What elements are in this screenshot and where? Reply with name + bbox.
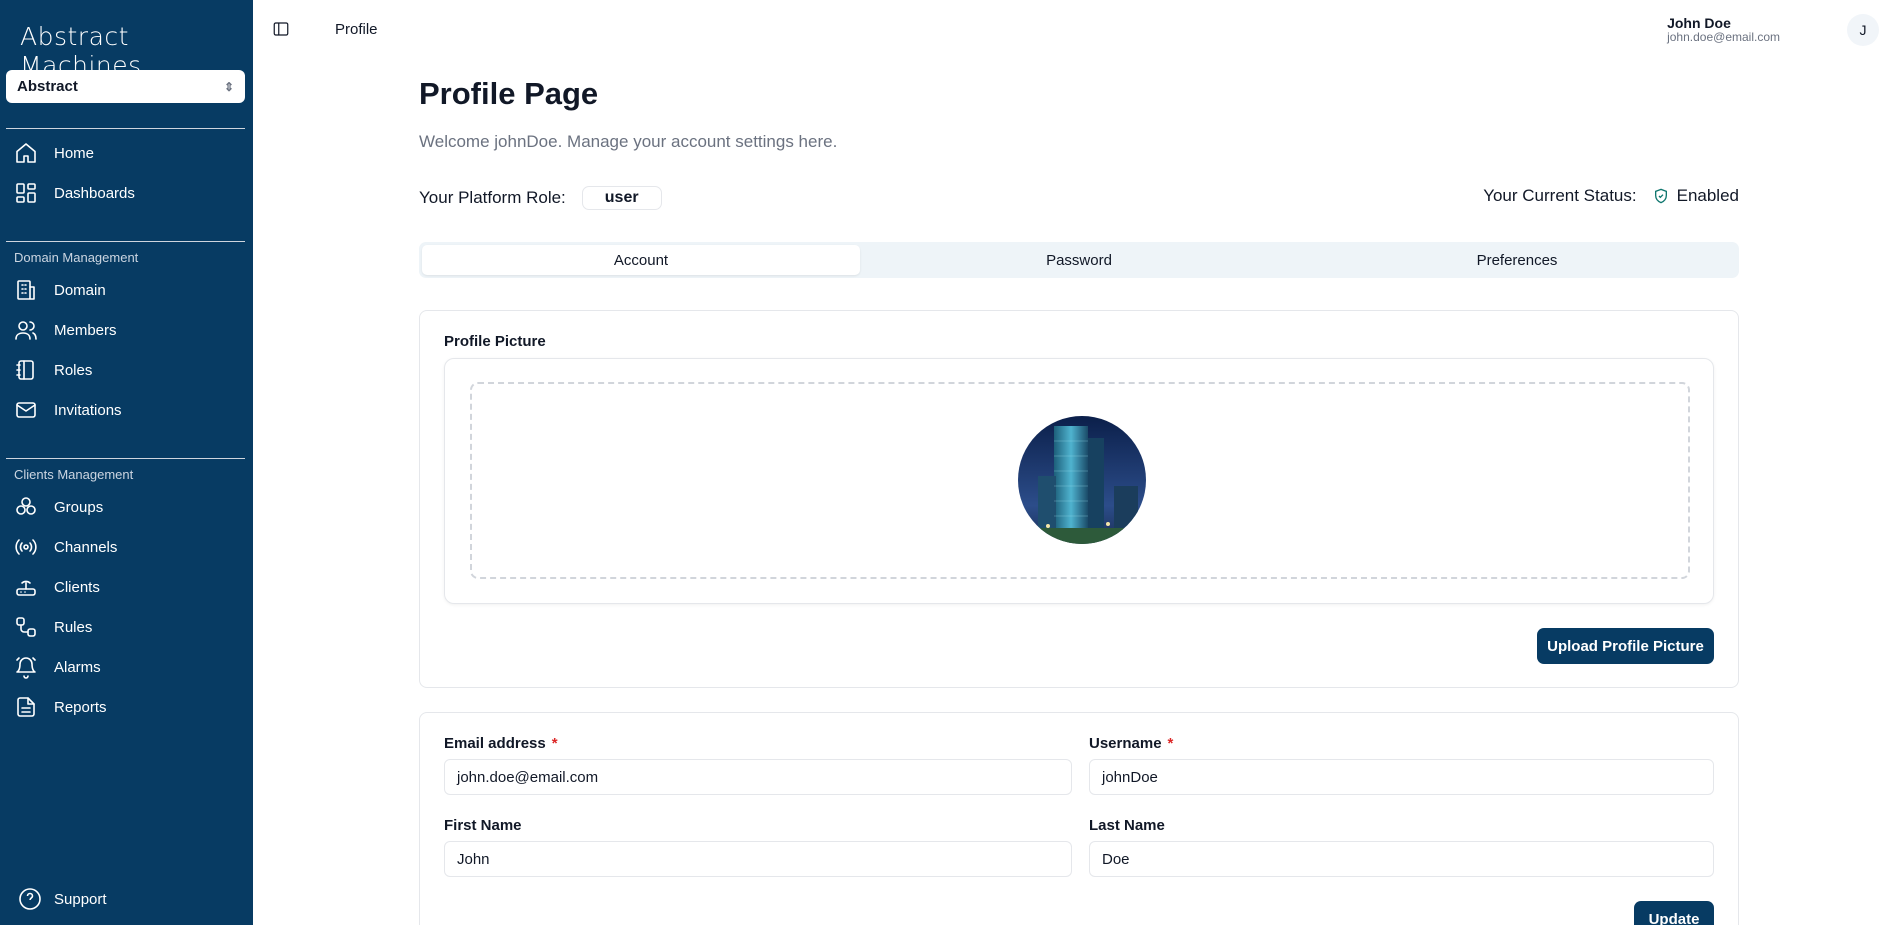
sidebar-item-invitations[interactable]: Invitations — [14, 396, 122, 424]
profile-picture — [1018, 416, 1146, 544]
sidebar-item-label: Alarms — [54, 658, 101, 676]
sidebar-item-home[interactable]: Home — [14, 139, 94, 167]
tab-preferences[interactable]: Preferences — [1298, 245, 1736, 275]
username-label-text: Username — [1089, 735, 1162, 752]
radio-icon — [15, 539, 37, 555]
update-button[interactable]: Update — [1634, 901, 1714, 925]
home-icon — [16, 143, 36, 163]
sidebar-item-label: Domain — [54, 281, 106, 299]
status-label: Your Current Status: — [1483, 186, 1637, 205]
profile-picture-card: Profile Picture Upload Profile Picture — [419, 310, 1739, 688]
sidebar-divider — [6, 128, 245, 129]
building-photo — [1018, 416, 1146, 544]
role-label: Your Platform Role: — [419, 188, 566, 207]
user-name: John Doe — [1667, 15, 1731, 31]
help-circle-icon — [19, 888, 41, 910]
support-label: Support — [54, 890, 107, 908]
sidebar-item-label: Members — [54, 321, 117, 339]
avatar[interactable]: J — [1847, 14, 1879, 46]
sidebar-item-label: Dashboards — [54, 184, 135, 202]
sidebar-item-label: Home — [54, 144, 95, 162]
building-icon — [17, 280, 35, 300]
workflow-icon — [16, 617, 36, 637]
sidebar-item-reports[interactable]: Reports — [14, 693, 107, 721]
breadcrumb: Profile — [335, 21, 378, 38]
sidebar-item-label: Groups — [54, 498, 104, 516]
sidebar-item-domain[interactable]: Domain — [14, 276, 106, 304]
sidebar-divider — [6, 458, 245, 459]
upload-profile-picture-button[interactable]: Upload Profile Picture — [1537, 628, 1714, 664]
sidebar-item-clients[interactable]: Clients — [14, 573, 100, 601]
first-name-label: First Name — [444, 817, 522, 834]
bell-icon — [16, 657, 36, 679]
last-name-field[interactable]: Doe — [1089, 841, 1714, 877]
domain-selector-value: Abstract — [17, 78, 78, 95]
role-badge: user — [581, 186, 662, 210]
username-label: Username * — [1089, 735, 1173, 752]
sidebar-item-roles[interactable]: Roles — [14, 356, 92, 384]
domain-selector[interactable]: Abstract ⇕ — [6, 70, 245, 103]
mail-icon — [16, 402, 36, 418]
router-icon — [16, 580, 36, 596]
email-label: Email address * — [444, 735, 558, 752]
email-field[interactable]: john.doe@email.com — [444, 759, 1072, 795]
shield-check-icon — [1654, 188, 1667, 204]
sidebar-item-members[interactable]: Members — [14, 316, 117, 344]
profile-picture-container — [444, 358, 1714, 604]
section-label-domain: Domain Management — [14, 250, 139, 265]
sidebar-item-label: Rules — [54, 618, 93, 636]
required-mark: * — [1167, 735, 1174, 752]
status-value: Enabled — [1676, 186, 1739, 205]
user-email: john.doe@email.com — [1667, 30, 1780, 44]
last-name-label: Last Name — [1089, 817, 1165, 834]
email-label-text: Email address — [444, 735, 546, 752]
profile-picture-dropzone[interactable] — [470, 382, 1690, 579]
sidebar-item-alarms[interactable]: Alarms — [14, 653, 101, 681]
sidebar-item-channels[interactable]: Channels — [14, 533, 117, 561]
support-link[interactable]: Support — [18, 885, 107, 913]
sidebar-item-rules[interactable]: Rules — [14, 613, 92, 641]
tab-account[interactable]: Account — [422, 245, 860, 275]
notebook-icon — [16, 360, 34, 380]
section-label-clients: Clients Management — [14, 467, 134, 482]
file-icon — [17, 697, 35, 717]
first-name-field[interactable]: John — [444, 841, 1072, 877]
sidebar-item-groups[interactable]: Groups — [14, 493, 103, 521]
settings-tabs: Account Password Preferences — [419, 242, 1739, 278]
dashboard-icon — [16, 183, 36, 203]
panel-left-icon — [273, 22, 289, 36]
groups-icon — [16, 497, 36, 515]
account-details-card: Email address * john.doe@email.com Userna… — [419, 712, 1739, 925]
profile-picture-label: Profile Picture — [444, 333, 546, 350]
sidebar-item-label: Roles — [54, 361, 93, 379]
sidebar-item-label: Reports — [54, 698, 107, 716]
sidebar-toggle-button[interactable] — [272, 20, 290, 38]
tab-password[interactable]: Password — [860, 245, 1298, 275]
platform-role: Your Platform Role: user — [419, 186, 662, 210]
current-status: Your Current Status: Enabled — [1483, 186, 1739, 206]
sidebar: Abstract Machines Abstract ⇕ Home Dashbo… — [0, 0, 253, 925]
users-icon — [15, 321, 37, 340]
sidebar-item-label: Invitations — [54, 401, 122, 419]
user-info[interactable]: John Doe john.doe@email.com — [1667, 15, 1780, 44]
sidebar-item-dashboards[interactable]: Dashboards — [14, 179, 135, 207]
required-mark: * — [551, 735, 558, 752]
sidebar-item-label: Channels — [54, 538, 118, 556]
sidebar-divider — [6, 241, 245, 242]
page-title: Profile Page — [419, 76, 599, 111]
sidebar-item-label: Clients — [54, 578, 100, 596]
chevrons-up-down-icon: ⇕ — [223, 79, 234, 94]
username-field[interactable]: johnDoe — [1089, 759, 1714, 795]
welcome-text: Welcome johnDoe. Manage your account set… — [419, 132, 838, 151]
